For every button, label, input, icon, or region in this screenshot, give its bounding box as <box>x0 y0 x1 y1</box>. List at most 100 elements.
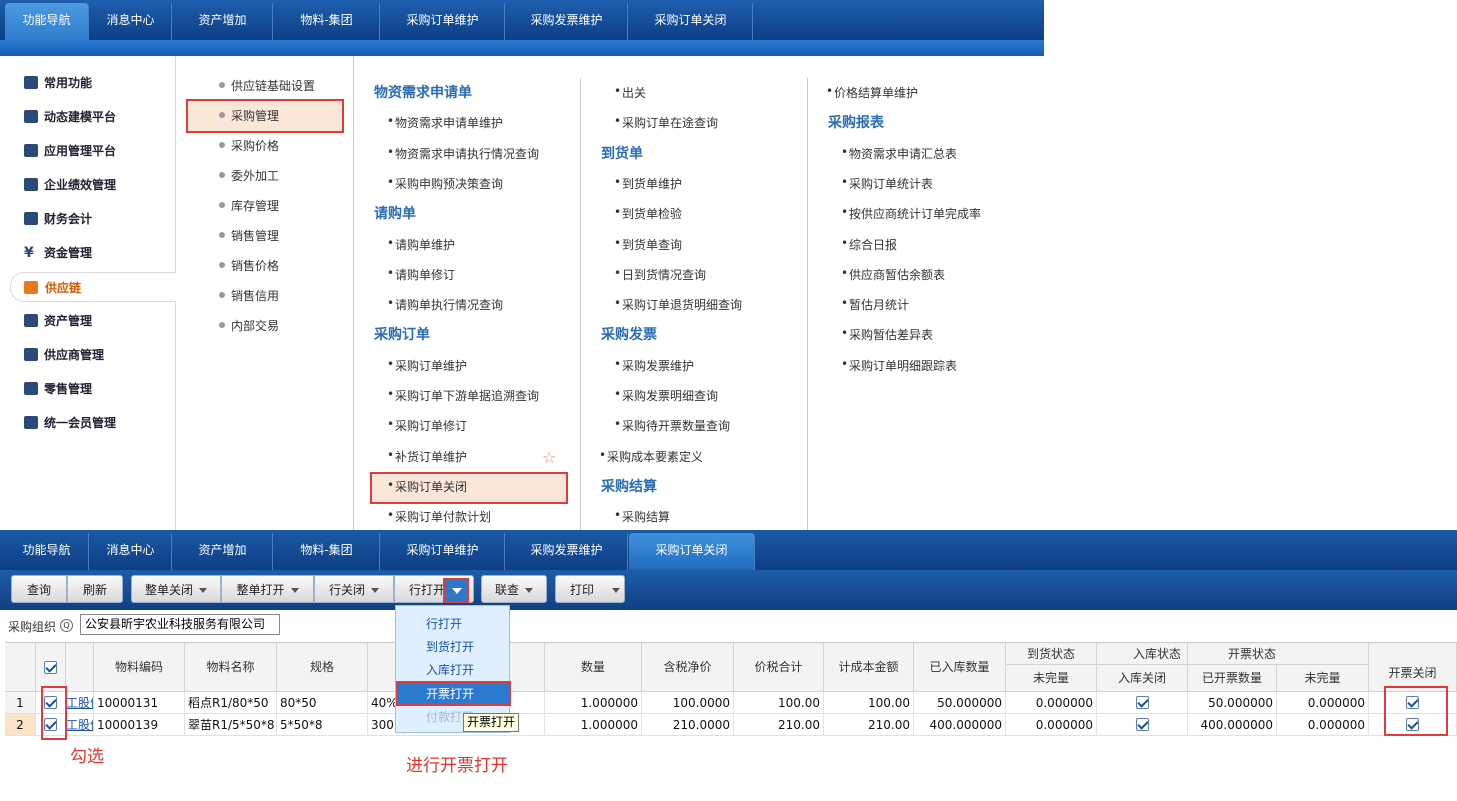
module-item[interactable]: 销售价格 <box>218 257 279 274</box>
cell-in-close[interactable] <box>1097 692 1188 714</box>
menu-link[interactable]: 出关 <box>614 84 646 101</box>
cell-in-qty: 400.000000 <box>914 714 1006 736</box>
tab-asset-add[interactable]: 资产增加 <box>173 3 273 40</box>
tab-material-group[interactable]: 物料-集团 <box>274 3 380 40</box>
tab-asset-add-2[interactable]: 资产增加 <box>173 533 273 570</box>
refresh-button[interactable]: 刷新 <box>67 575 123 603</box>
star-icon[interactable]: ☆ <box>542 448 556 467</box>
menu-link[interactable]: 供应商暂估余额表 <box>841 266 945 283</box>
tab-po-maintain[interactable]: 采购订单维护 <box>381 3 505 40</box>
org-input[interactable]: 公安县昕宇农业科技服务有限公司 <box>80 614 280 635</box>
menu-link[interactable]: 综合日报 <box>841 236 897 253</box>
tab-po-maintain-2[interactable]: 采购订单维护 <box>381 533 505 570</box>
sidebar-item-supplier[interactable]: 供应商管理 <box>0 340 176 370</box>
tab-messages-2[interactable]: 消息中心 <box>90 533 172 570</box>
menu-link[interactable]: 采购订单在途查询 <box>614 114 718 131</box>
menu-item-row-open[interactable]: 行打开 <box>396 613 509 635</box>
ledger-icon <box>24 212 38 225</box>
menu-link[interactable]: 采购发票维护 <box>614 357 694 374</box>
cell-total: 100.00 <box>734 692 824 714</box>
tab-nav-2[interactable]: 功能导航 <box>5 533 89 570</box>
query-button[interactable]: 查询 <box>11 575 67 603</box>
menu-link[interactable]: 采购订单付款计划 <box>387 508 491 525</box>
sidebar-item-funds[interactable]: ¥ 资金管理 <box>0 238 176 268</box>
menu-link[interactable]: 物资需求申请执行情况查询 <box>387 145 539 162</box>
menu-link[interactable]: 采购订单下游单据追溯查询 <box>387 387 539 404</box>
cell-total: 210.00 <box>734 714 824 736</box>
menu-link[interactable]: 采购待开票数量查询 <box>614 417 730 434</box>
module-item[interactable]: 供应链基础设置 <box>218 77 315 94</box>
open-all-button[interactable]: 整单打开 <box>221 575 314 603</box>
link-header <box>66 643 94 692</box>
module-item[interactable]: 委外加工 <box>218 167 279 184</box>
sidebar-item-assets[interactable]: 资产管理 <box>0 306 176 336</box>
header-net-price: 含税净价 <box>642 643 734 692</box>
sidebar-item-member[interactable]: 统一会员管理 <box>0 408 176 438</box>
module-item-purchase[interactable]: 采购管理 <box>218 107 279 124</box>
menu-link[interactable]: 暂估月统计 <box>841 296 909 313</box>
select-all-checkbox[interactable] <box>44 661 57 674</box>
tab-messages[interactable]: 消息中心 <box>90 3 172 40</box>
print-button[interactable]: 打印 <box>555 575 625 603</box>
menu-link[interactable]: 到货单检验 <box>614 205 682 222</box>
cell-in-close[interactable] <box>1097 714 1188 736</box>
menu-link[interactable]: 采购申购预决策查询 <box>387 175 503 192</box>
cell-code: 10000131 <box>94 692 185 714</box>
sidebar-item-finance[interactable]: 财务会计 <box>0 204 176 234</box>
menu-link[interactable]: 采购订单修订 <box>387 417 467 434</box>
row-link[interactable]: 工股份 <box>66 714 94 736</box>
menu-item-in-open[interactable]: 入库打开 <box>396 659 509 681</box>
menu-link[interactable]: 物资需求申请汇总表 <box>841 145 957 162</box>
menu-link[interactable]: 采购暂估差异表 <box>841 326 933 343</box>
menu-link[interactable]: 到货单查询 <box>614 236 682 253</box>
close-all-button[interactable]: 整单关闭 <box>131 575 221 603</box>
tab-material-group-2[interactable]: 物料-集团 <box>274 533 380 570</box>
menu-link[interactable]: 补货订单维护 <box>387 448 467 465</box>
menu-link[interactable]: 采购订单明细跟踪表 <box>841 357 957 374</box>
sidebar-item-modeling[interactable]: 动态建模平台 <box>0 102 176 132</box>
menu-link[interactable]: 采购订单维护 <box>387 357 467 374</box>
chevron-down-icon <box>371 588 379 593</box>
row-link[interactable]: 工股份 <box>66 692 94 714</box>
menu-link[interactable]: 按供应商统计订单完成率 <box>841 205 981 222</box>
header-invoice-qty: 已开票数量 <box>1188 665 1277 692</box>
sidebar-item-supply-chain[interactable]: 供应链 <box>10 272 176 302</box>
sidebar-item-retail[interactable]: 零售管理 <box>0 374 176 404</box>
row-close-button[interactable]: 行关闭 <box>314 575 394 603</box>
tab-invoice-maintain[interactable]: 采购发票维护 <box>506 3 628 40</box>
checkbox[interactable] <box>1136 696 1149 709</box>
link-query-button[interactable]: 联查 <box>481 575 547 603</box>
sidebar-item-performance[interactable]: 企业绩效管理 <box>0 170 176 200</box>
header-cost: 计成本金额 <box>824 643 914 692</box>
menu-link[interactable]: 采购订单退货明细查询 <box>614 296 742 313</box>
module-item[interactable]: 采购价格 <box>218 137 279 154</box>
header-arrival-group: 到货状态 <box>1006 643 1097 665</box>
checkbox[interactable] <box>1136 718 1149 731</box>
org-search-icon[interactable]: Q <box>60 619 73 632</box>
menu-link[interactable]: 采购订单关闭 <box>387 478 467 495</box>
cell-code: 10000139 <box>94 714 185 736</box>
menu-link[interactable]: 价格结算单维护 <box>826 84 918 101</box>
tab-invoice-maintain-2[interactable]: 采购发票维护 <box>506 533 628 570</box>
menu-link[interactable]: 日到货情况查询 <box>614 266 706 283</box>
module-item[interactable]: 内部交易 <box>218 317 279 334</box>
menu-link[interactable]: 物资需求申请单维护 <box>387 114 503 131</box>
menu-link[interactable]: 请购单执行情况查询 <box>387 296 503 313</box>
tab-po-close-2[interactable]: 采购订单关闭 <box>629 533 755 570</box>
tab-nav[interactable]: 功能导航 <box>5 3 89 40</box>
module-item[interactable]: 销售管理 <box>218 227 279 244</box>
menu-link[interactable]: 请购单维护 <box>387 236 455 253</box>
row-open-dropdown-button[interactable] <box>443 578 469 603</box>
menu-item-arrival-open[interactable]: 到货打开 <box>396 636 509 658</box>
tab-po-close[interactable]: 采购订单关闭 <box>629 3 753 40</box>
menu-link[interactable]: 到货单维护 <box>614 175 682 192</box>
menu-link[interactable]: 请购单修订 <box>387 266 455 283</box>
module-item[interactable]: 库存管理 <box>218 197 279 214</box>
sidebar-item-common[interactable]: 常用功能 <box>0 68 176 98</box>
menu-link[interactable]: 采购订单统计表 <box>841 175 933 192</box>
menu-link[interactable]: 采购结算 <box>614 508 670 525</box>
sidebar-item-app-mgmt[interactable]: 应用管理平台 <box>0 136 176 166</box>
menu-link[interactable]: 采购成本要素定义 <box>599 448 703 465</box>
menu-link[interactable]: 采购发票明细查询 <box>614 387 718 404</box>
module-item[interactable]: 销售信用 <box>218 287 279 304</box>
